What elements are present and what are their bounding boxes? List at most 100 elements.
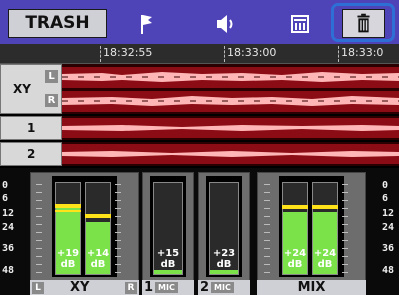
time-marker [100,46,101,62]
delete-trash-icon [357,13,370,33]
audio-speaker-icon[interactable] [210,11,242,37]
scale-tick [115,256,121,257]
scale-tick [115,200,121,201]
channel-label-mix[interactable]: MIX [257,280,366,295]
time-marker [224,46,225,62]
scale-tick [264,208,270,209]
scale-label: 36 [382,243,395,254]
track-1-label[interactable]: 1 [0,116,62,140]
scale-tick [115,224,121,225]
peak-indicator [312,205,338,209]
scale-label: 12 [382,208,395,219]
scale-label: 12 [2,208,15,219]
gain-readout-l: +24 dB [283,248,307,270]
channel-name: 2 [200,280,210,295]
gain-readout-l: +19 dB [56,248,80,270]
scale-tick [264,224,270,225]
time-marker [338,46,339,62]
scale-tick [115,208,121,209]
gain-readout: +15 dB [156,248,180,270]
time-label: 18:33:0 [341,46,384,59]
scale-tick [36,264,42,265]
meter-fill [210,270,238,274]
scale-label: 0 [2,180,9,191]
scale-tick [264,192,270,193]
scale-tick [264,240,270,241]
peak-indicator [85,214,111,218]
trash-button[interactable]: TRASH [8,9,107,38]
waveform-xy[interactable] [62,64,399,114]
channel-name: 1 [144,280,154,295]
scale-tick [342,256,348,257]
top-toolbar: TRASH [0,0,399,44]
scale-tick [342,240,348,241]
scale-label: 24 [2,222,15,233]
scale-tick [36,192,42,193]
scale-tick [36,208,42,209]
scale-tick [115,248,121,249]
delete-button[interactable] [342,9,385,38]
scale-tick [264,248,270,249]
peak-indicator [282,205,308,209]
scale-tick [115,240,121,241]
channel-label-2[interactable]: 2 MIC [198,280,250,295]
scale-tick [264,272,270,273]
scale-tick [342,200,348,201]
scale-tick [36,272,42,273]
scale-tick [264,232,270,233]
channel-label-1[interactable]: 1 MIC [142,280,194,295]
waveform-2[interactable] [62,142,399,166]
gain-readout-r: +14 dB [86,248,110,270]
mark-flag-icon[interactable] [130,11,162,37]
track-2-label[interactable]: 2 [0,142,62,166]
timeline-ruler[interactable]: 18:32:55 18:33:00 18:33:0 [0,44,399,64]
scale-tick [342,248,348,249]
mic-tag: MIC [155,282,178,293]
scale-label: 6 [2,193,9,204]
scale-label: 24 [382,222,395,233]
scale-label: 48 [382,265,395,276]
scale-tick [115,192,121,193]
scale-tick [264,184,270,185]
scale-tick [342,216,348,217]
channel-name: XY [70,280,90,295]
peak-indicator [55,204,81,208]
meter-view-icon[interactable] [284,11,316,37]
scale-tick [115,232,121,233]
scale-tick [115,272,121,273]
scale-tick [264,256,270,257]
channel-name: MIX [297,280,326,295]
channel-label-xy[interactable]: L XY R [30,280,139,295]
track-name: 2 [27,147,36,161]
track-name: XY [13,82,31,96]
mic-tag: MIC [211,282,234,293]
scale-tick [36,256,42,257]
scale-tick [36,240,42,241]
scale-tick [115,184,121,185]
scale-tick [342,192,348,193]
left-channel-tag: L [32,282,44,294]
scale-tick [36,248,42,249]
gain-readout: +23 dB [212,248,236,270]
right-channel-tag: R [125,282,137,294]
scale-tick [264,200,270,201]
scale-tick [115,216,121,217]
meter-fill [154,270,182,274]
scale-tick [36,232,42,233]
scale-label: 48 [2,265,15,276]
track-xy-label[interactable]: XY L R [0,64,62,114]
scale-tick [342,264,348,265]
scale-tick [36,224,42,225]
scale-label: 6 [382,193,389,204]
right-channel-tag: R [45,94,58,107]
scale-tick [36,216,42,217]
time-label: 18:32:55 [103,46,153,59]
waveform-1[interactable] [62,116,399,140]
time-label: 18:33:00 [227,46,277,59]
scale-tick [264,216,270,217]
peak-hold [55,210,81,212]
scale-tick [342,208,348,209]
gain-readout-r: +24 dB [313,248,337,270]
scale-tick [115,264,121,265]
track-name: 1 [27,121,36,135]
